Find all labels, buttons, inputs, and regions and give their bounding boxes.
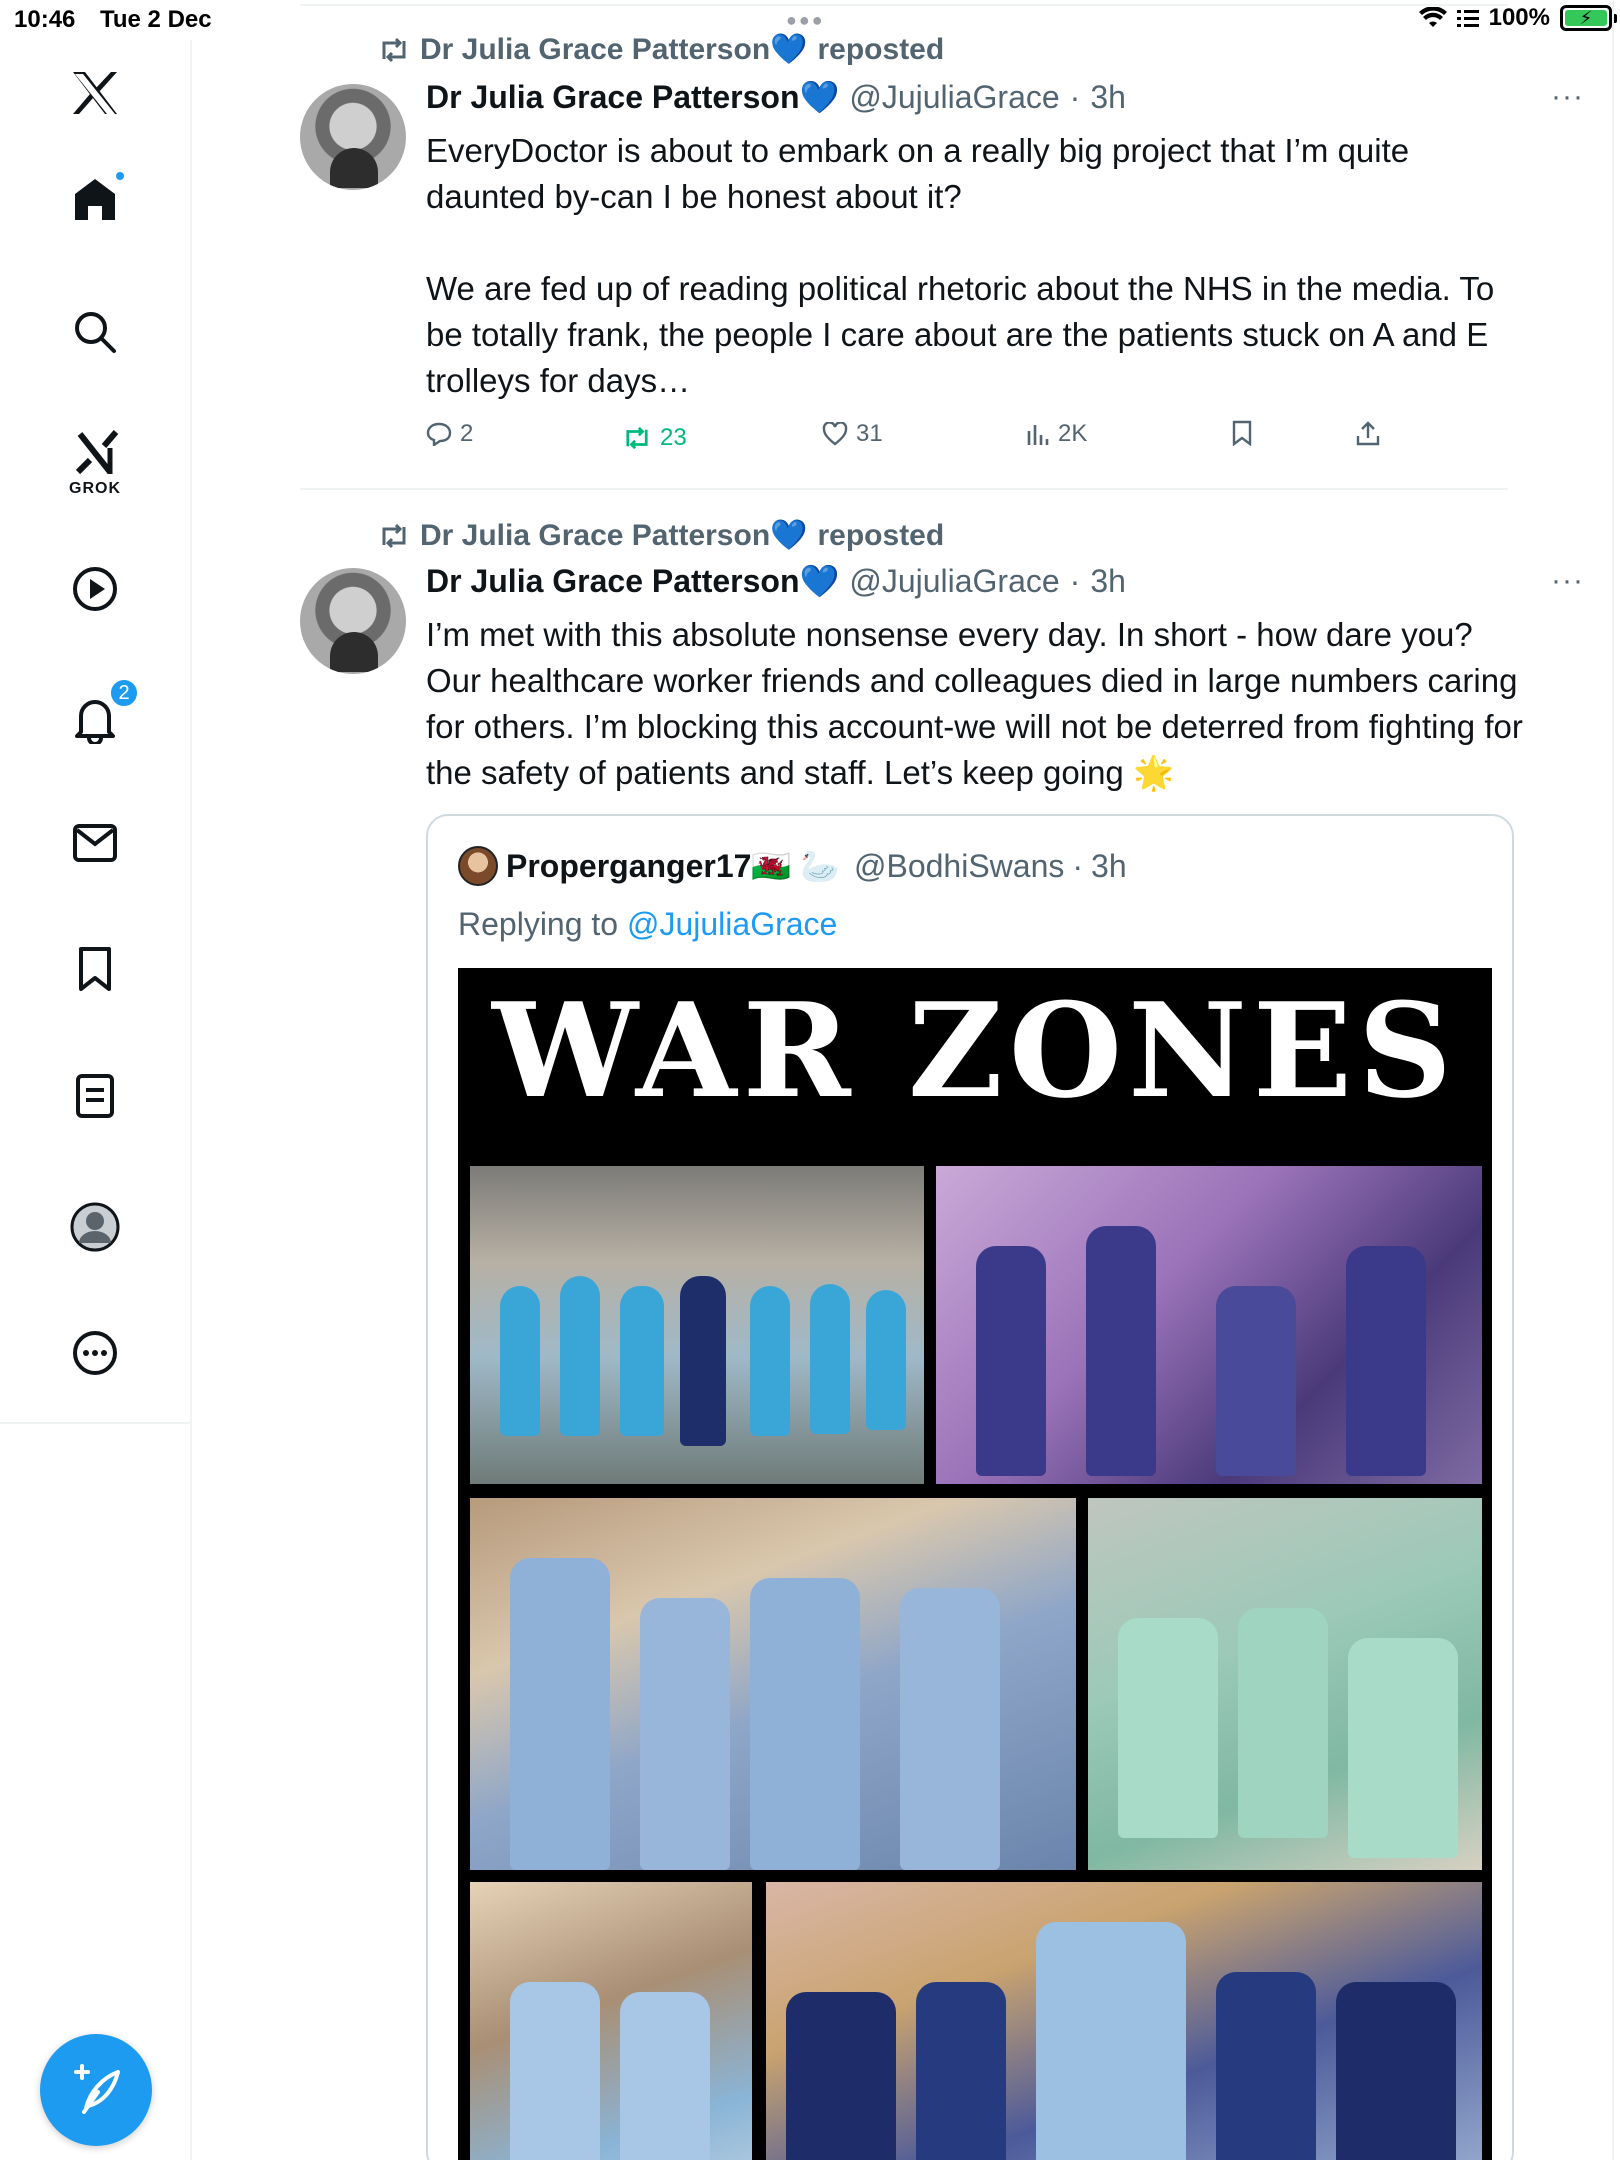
photo-corridor-gowns [1088,1498,1482,1870]
lists-icon[interactable] [76,1074,114,1118]
image-caption-text: WAR ZONES [492,974,1458,1127]
views-button[interactable]: 2K [1026,420,1087,448]
photo-nurses-dancing [470,1498,1076,1870]
replying-to-link[interactable]: @JujuliaGrace [627,906,837,942]
repost-label: reposted [817,32,945,66]
notifications-badge: 2 [109,678,139,708]
grok-label: GROK [69,480,121,497]
post-more-button[interactable]: ··· [1551,564,1584,598]
quoted-header: Properganger17🏴󠁧󠁢󠁷󠁬󠁳󠁿 🦢 @BodhiSwans · 3h [458,846,1127,886]
x-logo-icon[interactable] [71,70,119,116]
reply-button[interactable]: 2 [426,420,473,448]
author-handle[interactable]: @JujuliaGrace [849,563,1059,600]
author-name[interactable]: Dr Julia Grace Patterson💙 [426,562,839,600]
author-name[interactable]: Dr Julia Grace Patterson💙 [426,78,839,116]
quoted-author-name[interactable]: Properganger17🏴󠁧󠁢󠁷󠁬󠁳󠁿 🦢 [506,847,840,885]
post[interactable]: Dr Julia Grace Patterson💙 reposted Dr Ju… [194,490,1612,2160]
view-count: 2K [1058,420,1088,447]
compose-post-button[interactable] [40,2034,152,2146]
quoted-post[interactable]: Properganger17🏴󠁧󠁢󠁷󠁬󠁳󠁿 🦢 @BodhiSwans · 3h… [426,814,1514,2160]
quoted-author-handle[interactable]: @BodhiSwans [854,848,1064,885]
messages-envelope-icon[interactable] [73,824,117,862]
more-options-icon[interactable] [72,1330,118,1376]
repost-icon [382,37,406,62]
author-handle[interactable]: @JujuliaGrace [849,79,1059,116]
post-time[interactable]: 3h [1090,563,1126,600]
author-avatar[interactable] [300,84,406,190]
reply-count: 2 [460,420,474,447]
analytics-icon [1027,425,1049,445]
like-count: 31 [856,420,883,447]
photo-tent-dancers [470,1166,924,1484]
post[interactable]: Dr Julia Grace Patterson💙 reposted Dr Ju… [194,0,1612,490]
reply-icon [426,422,452,446]
separator-dot: · [1072,847,1084,884]
post-header: Dr Julia Grace Patterson💙 @JujuliaGrace … [426,562,1126,600]
separator-dot: · [1069,563,1081,599]
repost-indicator: Dr Julia Grace Patterson💙 reposted [378,32,944,67]
grok-icon[interactable]: GROK [69,428,121,498]
quoted-author-avatar[interactable] [458,846,498,886]
repost-by[interactable]: Dr Julia Grace Patterson💙 [420,518,808,553]
post-header: Dr Julia Grace Patterson💙 @JujuliaGrace … [426,78,1126,116]
compose-feather-icon [74,2064,120,2114]
quoted-media-image[interactable]: WAR ZONES [458,968,1492,2160]
share-button[interactable] [1356,420,1380,446]
photo-nurses-line [766,1882,1482,2160]
sidebar-divider [0,1422,192,1424]
more-dots-icon: ··· [1551,564,1584,597]
repost-label: reposted [817,518,945,552]
bookmark-button[interactable] [1232,420,1252,446]
post-more-button[interactable]: ··· [1551,80,1584,114]
quoted-post-time[interactable]: 3h [1091,848,1127,885]
status-time: 10:46 [14,6,76,33]
timeline: Dr Julia Grace Patterson💙 reposted Dr Ju… [194,0,1620,2160]
heart-icon [822,422,848,446]
notifications-bell-icon[interactable]: 2 [73,678,139,744]
replying-to: Replying to @JujuliaGrace [458,906,837,943]
post-text: I’m met with this absolute nonsense ever… [426,616,1523,791]
video-play-icon[interactable] [72,566,118,612]
separator-dot: · [1069,79,1081,115]
post-actions: 2 23 31 2K [426,420,1506,460]
profile-avatar-icon[interactable] [70,1202,120,1252]
repost-count: 23 [660,424,687,451]
feed-right-border [1612,0,1614,2160]
photo-ward-dancers [936,1166,1482,1484]
repost-indicator: Dr Julia Grace Patterson💙 reposted [378,518,944,553]
repost-by[interactable]: Dr Julia Grace Patterson💙 [420,32,808,67]
repost-icon [382,523,406,548]
more-dots-icon: ··· [1551,80,1584,113]
photo-heart-hands [470,1882,752,2160]
post-time[interactable]: 3h [1090,79,1126,116]
home-unread-dot [114,170,126,182]
home-icon[interactable] [72,170,126,222]
replying-prefix: Replying to [458,906,627,942]
sidebar: GROK 2 [0,40,192,2160]
post-text: EveryDoctor is about to embark on a real… [426,132,1495,399]
bookmarks-icon[interactable] [77,946,113,992]
like-button[interactable]: 31 [822,420,883,448]
bookmark-icon [1232,420,1252,446]
repost-icon [626,426,648,450]
author-avatar[interactable] [300,568,406,674]
repost-button[interactable]: 23 [622,424,687,452]
share-icon [1356,421,1380,446]
search-icon[interactable] [73,310,117,354]
